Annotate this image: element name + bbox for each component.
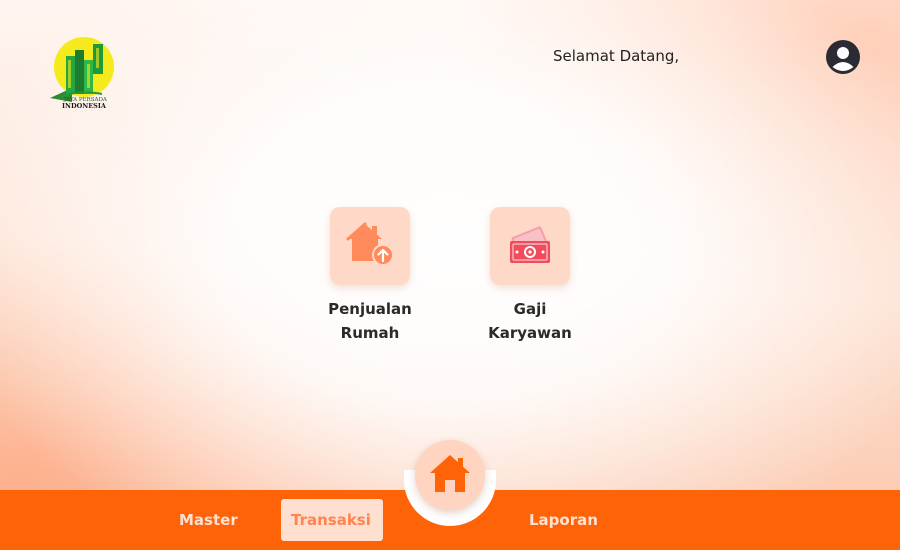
house-upload-icon <box>345 221 395 271</box>
menu-penjualan-rumah[interactable]: Penjualan Rumah <box>320 207 420 345</box>
menu-gaji-karyawan[interactable]: Gaji Karyawan <box>480 207 580 345</box>
company-logo: JAYA PERSADA INDONESIA <box>44 30 116 110</box>
nav-master[interactable]: Master <box>179 499 238 541</box>
logo-text-line2: INDONESIA <box>62 102 107 110</box>
home-icon <box>428 452 472 498</box>
tile-box-gaji <box>490 207 570 285</box>
home-button[interactable] <box>415 440 485 510</box>
nav-transaksi[interactable]: Transaksi <box>281 499 383 541</box>
welcome-greeting: Selamat Datang, <box>553 47 680 65</box>
menu-label-gaji: Gaji Karyawan <box>488 300 572 342</box>
menu-label-penjualan: Penjualan Rumah <box>328 300 412 342</box>
user-profile-icon[interactable] <box>826 40 860 74</box>
money-icon <box>507 222 553 270</box>
tile-box-penjualan <box>330 207 410 285</box>
nav-laporan[interactable]: Laporan <box>529 499 598 541</box>
